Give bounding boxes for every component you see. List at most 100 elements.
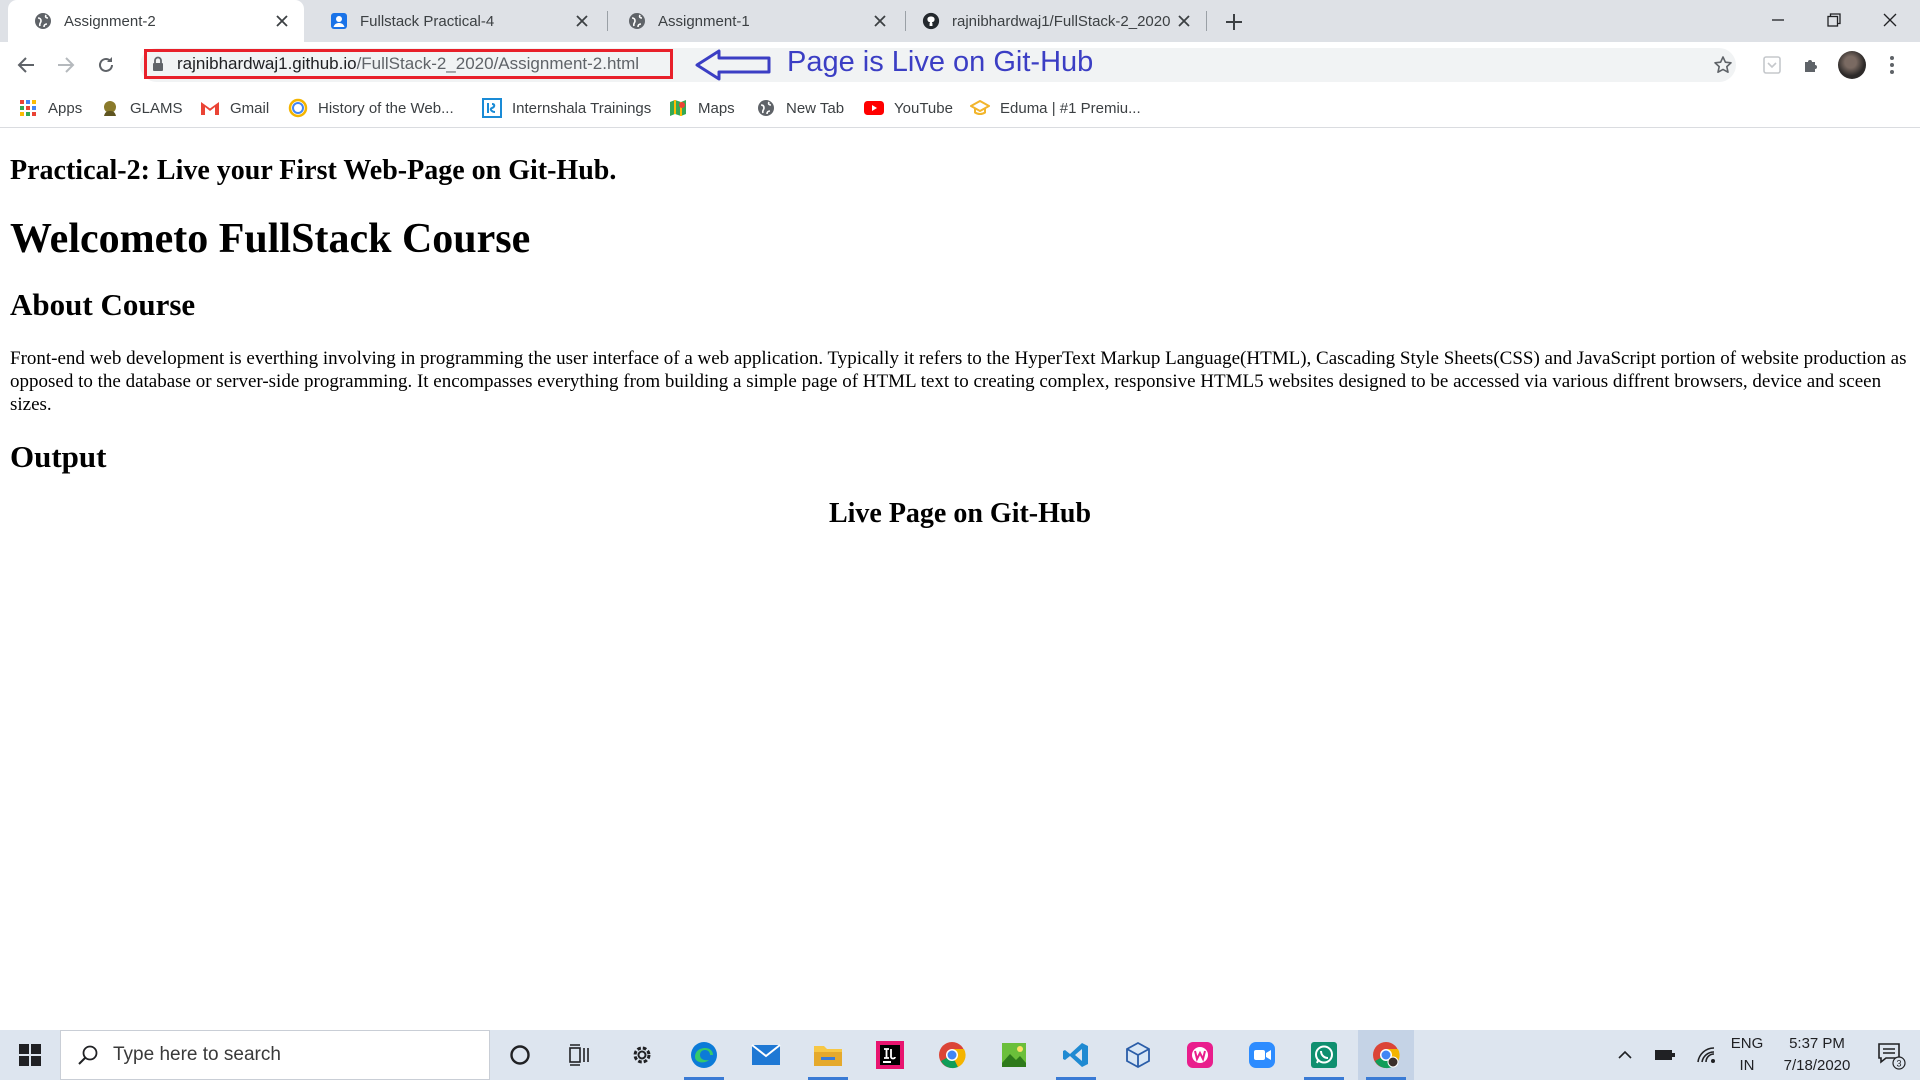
cortana-button[interactable]: [492, 1030, 548, 1080]
profile-avatar[interactable]: [1838, 51, 1866, 79]
minimize-button[interactable]: [1750, 0, 1806, 40]
tab-strip: Assignment-2 Fullstack Practical-4 Assig…: [0, 0, 1920, 42]
globe-icon: [756, 98, 776, 118]
battery-status[interactable]: [1648, 1030, 1682, 1080]
close-icon: [1883, 13, 1897, 27]
github-icon: [922, 12, 940, 30]
image-editor-icon: [1002, 1043, 1026, 1067]
annotation-text: Page is Live on Git-Hub: [787, 46, 1094, 78]
taskbar-chrome[interactable]: [924, 1030, 980, 1080]
start-button[interactable]: [0, 1030, 60, 1080]
cube-icon: [1126, 1041, 1150, 1069]
taskbar-edge[interactable]: [676, 1030, 732, 1080]
bookmark-apps[interactable]: Apps: [18, 96, 82, 120]
extension-pocket-icon[interactable]: [1758, 51, 1786, 79]
close-tab-icon[interactable]: [570, 9, 594, 33]
tab-title: Assignment-2: [64, 12, 156, 30]
restore-icon: [1827, 13, 1841, 27]
close-tab-icon[interactable]: [1172, 9, 1196, 33]
minimize-icon: [1772, 19, 1784, 21]
battery-icon: [1655, 1050, 1675, 1060]
youtube-icon: [864, 98, 884, 118]
close-tab-icon[interactable]: [868, 9, 892, 33]
taskbar-wamp[interactable]: [1172, 1030, 1228, 1080]
taskbar-chrome-active[interactable]: [1358, 1030, 1414, 1080]
lock-icon[interactable]: [152, 56, 164, 72]
taskbar-zoom[interactable]: [1234, 1030, 1290, 1080]
bookmark-youtube[interactable]: YouTube: [864, 96, 953, 120]
taskbar-virtualbox[interactable]: [1110, 1030, 1166, 1080]
show-hidden-icons-button[interactable]: [1610, 1030, 1640, 1080]
network-status[interactable]: [1690, 1030, 1724, 1080]
taskbar-file-explorer[interactable]: [800, 1030, 856, 1080]
bookmark-label: GLAMS: [130, 99, 183, 117]
edge-icon: [691, 1042, 717, 1068]
back-arrow-icon: [17, 57, 34, 73]
tab-github-repo[interactable]: rajnibhardwaj1/FullStack-2_2020: [896, 0, 1206, 42]
zoom-icon: [1249, 1042, 1275, 1068]
windows-logo-icon: [19, 1044, 41, 1066]
bookmark-star-icon[interactable]: [1709, 51, 1737, 79]
restore-button[interactable]: [1806, 0, 1862, 40]
task-view-button[interactable]: [552, 1030, 608, 1080]
bookmark-internshala[interactable]: Internshala Trainings: [482, 96, 651, 120]
history-icon: [288, 98, 308, 118]
extensions-puzzle-icon[interactable]: [1798, 51, 1826, 79]
url-path: /FullStack-2_2020/Assignment-2.html: [356, 54, 640, 73]
action-center-button[interactable]: 3: [1868, 1030, 1914, 1080]
taskbar-image-app[interactable]: [986, 1030, 1042, 1080]
back-button[interactable]: [10, 49, 42, 81]
new-tab-button[interactable]: [1220, 8, 1248, 36]
input-language-indicator[interactable]: ENG IN: [1730, 1033, 1764, 1077]
globe-icon: [34, 12, 52, 30]
tab-assignment-1[interactable]: Assignment-1: [602, 0, 902, 42]
clock[interactable]: 5:37 PM 7/18/2020: [1768, 1033, 1866, 1077]
tab-separator: [1206, 11, 1207, 31]
bookmark-eduma[interactable]: Eduma | #1 Premiu...: [970, 96, 1141, 120]
bookmark-new-tab[interactable]: New Tab: [756, 96, 844, 120]
internshala-icon: [482, 98, 502, 118]
bookmark-maps[interactable]: Maps: [668, 96, 735, 120]
output-heading: Output: [10, 439, 107, 474]
menu-kebab-icon[interactable]: [1878, 51, 1906, 79]
bookmark-label: Internshala Trainings: [512, 99, 652, 117]
bookmark-label: Gmail: [230, 99, 270, 117]
tab-title: Fullstack Practical-4: [360, 12, 495, 30]
taskbar-search-placeholder: Type here to search: [113, 1044, 281, 1065]
notification-count: 3: [1896, 1059, 1901, 1069]
taskbar-whatsapp[interactable]: [1296, 1030, 1352, 1080]
practical-heading: Practical-2: Live your First Web-Page on…: [10, 155, 617, 186]
taskbar-intellij[interactable]: [862, 1030, 918, 1080]
about-course-paragraph: Front-end web development is everthing i…: [10, 348, 1907, 415]
globe-icon: [628, 12, 646, 30]
close-tab-icon[interactable]: [270, 9, 294, 33]
reload-icon: [99, 57, 113, 72]
plus-icon: [1226, 14, 1242, 30]
classroom-icon: [330, 12, 348, 30]
wifi-icon: [1697, 1047, 1715, 1063]
tab-assignment-2[interactable]: Assignment-2: [8, 0, 304, 42]
folder-icon: [814, 1046, 842, 1066]
language-code: ENG: [1730, 1035, 1764, 1052]
clock-date: 7/18/2020: [1783, 1057, 1851, 1074]
url-host: rajnibhardwaj1.github.io: [177, 54, 357, 73]
forward-button[interactable]: [50, 49, 82, 81]
chrome-profile-icon: [1373, 1042, 1400, 1069]
taskbar-search-box[interactable]: Type here to search: [60, 1030, 490, 1080]
task-view-icon: [569, 1044, 589, 1066]
chrome-icon: [939, 1042, 966, 1069]
bookmark-gmail[interactable]: Gmail: [200, 96, 269, 120]
apps-grid-icon: [18, 98, 38, 118]
taskbar-mail[interactable]: [738, 1030, 794, 1080]
cortana-circle-icon: [510, 1045, 530, 1065]
welcome-heading: Welcometo FullStack Course: [10, 216, 531, 262]
taskbar-settings[interactable]: [614, 1030, 670, 1080]
taskbar-vscode[interactable]: [1048, 1030, 1104, 1080]
eduma-icon: [970, 98, 990, 118]
bookmark-glams[interactable]: GLAMS: [100, 96, 183, 120]
reload-button[interactable]: [90, 49, 122, 81]
close-window-button[interactable]: [1862, 0, 1918, 40]
tab-fullstack-practical-4[interactable]: Fullstack Practical-4: [304, 0, 604, 42]
url-text[interactable]: rajnibhardwaj1.github.io/FullStack-2_202…: [177, 54, 639, 74]
bookmark-history-of-web[interactable]: History of the Web...: [288, 96, 454, 120]
